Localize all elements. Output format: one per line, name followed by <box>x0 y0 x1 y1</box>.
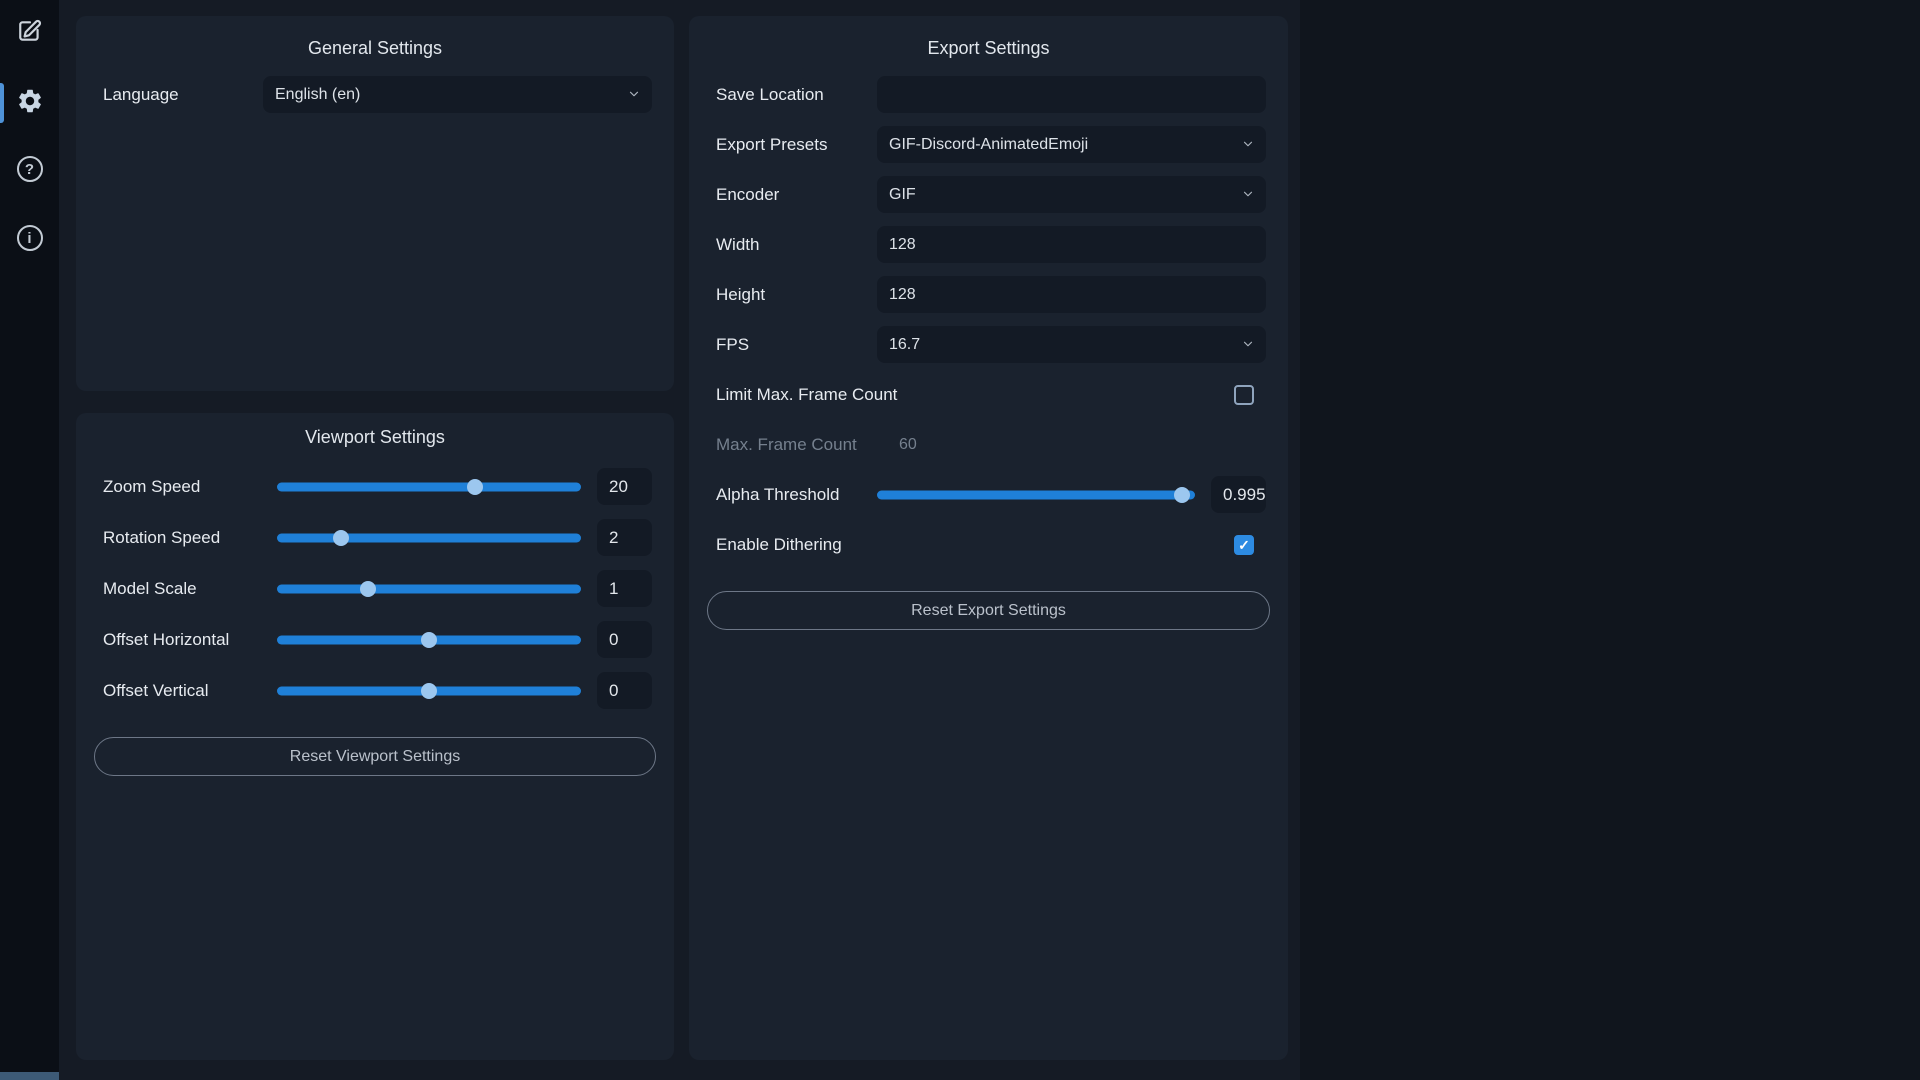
settings-button[interactable] <box>16 89 44 117</box>
offset-horizontal-label: Offset Horizontal <box>103 630 277 650</box>
model-scale-label: Model Scale <box>103 579 277 599</box>
slider-thumb[interactable] <box>421 632 437 648</box>
viewport-settings-title: Viewport Settings <box>76 413 674 448</box>
alpha-threshold-label: Alpha Threshold <box>716 485 877 505</box>
save-location-row: Save Location <box>716 76 1266 113</box>
enable-dithering-label: Enable Dithering <box>716 535 842 555</box>
chevron-down-icon <box>1241 337 1255 351</box>
zoom-speed-label: Zoom Speed <box>103 477 277 497</box>
zoom-speed-row: Zoom Speed 20 <box>103 468 652 505</box>
save-location-label: Save Location <box>716 85 877 105</box>
alpha-threshold-slider[interactable] <box>877 476 1195 513</box>
slider-track[interactable] <box>277 584 581 593</box>
limit-frame-count-checkbox[interactable] <box>1234 385 1254 405</box>
slider-thumb[interactable] <box>333 530 349 546</box>
fps-row: FPS 16.7 <box>716 326 1266 363</box>
width-row: Width 128 <box>716 226 1266 263</box>
export-presets-label: Export Presets <box>716 135 877 155</box>
offset-vertical-label: Offset Vertical <box>103 681 277 701</box>
offset-horizontal-value[interactable]: 0 <box>597 621 652 658</box>
slider-track[interactable] <box>877 490 1195 499</box>
encoder-value: GIF <box>889 186 916 204</box>
gear-icon <box>16 87 44 120</box>
rotation-speed-row: Rotation Speed 2 <box>103 519 652 556</box>
language-label: Language <box>103 85 263 105</box>
language-select[interactable]: English (en) <box>263 76 652 113</box>
max-frame-count-row: Max. Frame Count 60 <box>716 426 1266 463</box>
slider-thumb[interactable] <box>360 581 376 597</box>
model-scale-row: Model Scale 1 <box>103 570 652 607</box>
help-button[interactable]: ? <box>16 155 44 183</box>
rotation-speed-label: Rotation Speed <box>103 528 277 548</box>
zoom-speed-slider[interactable] <box>277 468 581 505</box>
max-frame-count-label: Max. Frame Count <box>716 435 877 455</box>
reset-export-settings-button[interactable]: Reset Export Settings <box>707 591 1270 630</box>
model-scale-value[interactable]: 1 <box>597 570 652 607</box>
general-settings-title: General Settings <box>76 16 674 59</box>
fps-value: 16.7 <box>889 336 920 354</box>
export-presets-select[interactable]: GIF-Discord-AnimatedEmoji <box>877 126 1266 163</box>
encoder-label: Encoder <box>716 185 877 205</box>
edit-button[interactable] <box>16 19 44 47</box>
chevron-down-icon <box>1241 137 1255 151</box>
slider-track[interactable] <box>277 533 581 542</box>
info-glyph: i <box>27 230 31 247</box>
help-icon: ? <box>17 156 43 182</box>
general-settings-panel: General Settings Language English (en) <box>76 16 674 391</box>
export-settings-title: Export Settings <box>689 16 1288 59</box>
width-input[interactable]: 128 <box>877 226 1266 263</box>
export-presets-row: Export Presets GIF-Discord-AnimatedEmoji <box>716 126 1266 163</box>
export-presets-value: GIF-Discord-AnimatedEmoji <box>889 136 1088 154</box>
width-value: 128 <box>889 236 916 254</box>
fps-select[interactable]: 16.7 <box>877 326 1266 363</box>
slider-thumb[interactable] <box>1174 487 1190 503</box>
export-settings-panel: Export Settings Save Location Export Pre… <box>689 16 1288 1060</box>
slider-thumb[interactable] <box>467 479 483 495</box>
height-input[interactable]: 128 <box>877 276 1266 313</box>
model-scale-slider[interactable] <box>277 570 581 607</box>
slider-thumb[interactable] <box>421 683 437 699</box>
edit-icon <box>17 18 43 49</box>
enable-dithering-row: Enable Dithering <box>716 526 1254 563</box>
slider-track[interactable] <box>277 482 581 491</box>
language-value: English (en) <box>275 86 360 104</box>
offset-horizontal-row: Offset Horizontal 0 <box>103 621 652 658</box>
alpha-threshold-value[interactable]: 0.995 <box>1211 476 1266 513</box>
save-location-input[interactable] <box>877 76 1266 113</box>
info-button[interactable]: i <box>16 224 44 252</box>
sidebar: ? i <box>0 0 59 1080</box>
offset-vertical-slider[interactable] <box>277 672 581 709</box>
zoom-speed-value[interactable]: 20 <box>597 468 652 505</box>
height-row: Height 128 <box>716 276 1266 313</box>
active-tab-indicator <box>0 83 4 123</box>
chevron-down-icon <box>1241 187 1255 201</box>
limit-frame-count-label: Limit Max. Frame Count <box>716 385 897 405</box>
reset-viewport-settings-button[interactable]: Reset Viewport Settings <box>94 737 656 776</box>
help-glyph: ? <box>25 161 34 178</box>
encoder-select[interactable]: GIF <box>877 176 1266 213</box>
width-label: Width <box>716 235 877 255</box>
viewport-settings-panel: Viewport Settings Zoom Speed 20 Rotation… <box>76 413 674 1060</box>
fps-label: FPS <box>716 335 877 355</box>
rotation-speed-value[interactable]: 2 <box>597 519 652 556</box>
alpha-threshold-row: Alpha Threshold 0.995 <box>716 476 1266 513</box>
encoder-row: Encoder GIF <box>716 176 1266 213</box>
language-row: Language English (en) <box>103 76 652 113</box>
height-label: Height <box>716 285 877 305</box>
chevron-down-icon <box>627 87 641 101</box>
offset-horizontal-slider[interactable] <box>277 621 581 658</box>
enable-dithering-checkbox[interactable] <box>1234 535 1254 555</box>
info-icon: i <box>17 225 43 251</box>
limit-frame-count-row: Limit Max. Frame Count <box>716 376 1254 413</box>
offset-vertical-row: Offset Vertical 0 <box>103 672 652 709</box>
offset-vertical-value[interactable]: 0 <box>597 672 652 709</box>
rotation-speed-slider[interactable] <box>277 519 581 556</box>
height-value: 128 <box>889 286 916 304</box>
max-frame-count-value: 60 <box>899 436 917 454</box>
sidebar-bottom-strip <box>0 1072 59 1080</box>
